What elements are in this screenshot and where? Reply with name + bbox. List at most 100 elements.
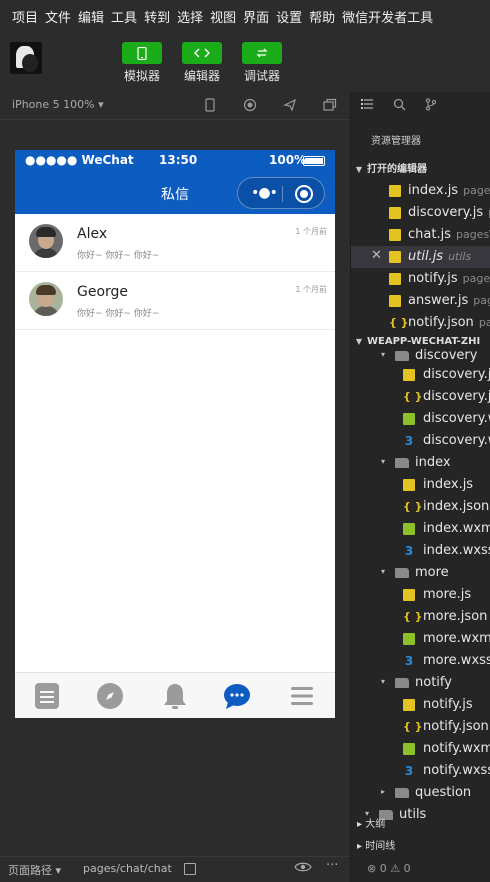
- editor-label: 编辑器: [183, 69, 220, 83]
- close-icon[interactable]: ✕: [371, 248, 382, 263]
- tab-home[interactable]: [32, 681, 64, 711]
- chevron-down-icon: ▾: [381, 677, 386, 686]
- tab-discovery[interactable]: [95, 681, 127, 711]
- open-editor-item[interactable]: ✕ util.js utils: [351, 246, 490, 268]
- close-mini-program-icon[interactable]: [295, 185, 313, 203]
- debugger-label: 调试器: [243, 69, 280, 83]
- chevron-right-icon: ▸: [357, 841, 366, 852]
- debug-icon: [242, 42, 282, 64]
- tab-more[interactable]: [287, 681, 319, 711]
- file-item[interactable]: index.wxml: [351, 518, 490, 540]
- phone-icon: [122, 42, 162, 64]
- bell-icon: [164, 684, 186, 709]
- eye-icon[interactable]: [294, 861, 312, 877]
- folder-item[interactable]: ▸ question: [351, 782, 490, 804]
- outline-section[interactable]: ▸ 大纲: [351, 814, 490, 836]
- open-editor-item[interactable]: discovery.jsp: [351, 202, 490, 224]
- chat-list: Alex 你好~ 你好~ 你好~ 1 个月前 George 你好~ 你好~ 你好…: [15, 214, 335, 330]
- timeline-section[interactable]: ▸ 时间线: [351, 836, 490, 858]
- menu-item-view[interactable]: 视图: [210, 7, 236, 26]
- js-file-icon: [389, 295, 401, 307]
- open-editors-section[interactable]: ▼ 打开的编辑器: [351, 160, 490, 180]
- json-file-icon: { }: [403, 390, 423, 403]
- open-editor-item[interactable]: answer.jspag: [351, 290, 490, 312]
- wxss-file-icon: 3: [404, 764, 414, 778]
- file-item[interactable]: { }discovery.js: [351, 386, 490, 408]
- record-icon[interactable]: [242, 98, 258, 114]
- devtools-window: 项目 文件 编辑 工具 转到 选择 视图 界面 设置 帮助 微信开发者工具 模拟…: [0, 0, 490, 882]
- file-item[interactable]: { } more.json: [351, 606, 490, 628]
- explorer-panel: 资源管理器 ▼打开的编辑器 index.jspagesdiscovery.jsp…: [350, 92, 490, 882]
- tab-notify[interactable]: [160, 681, 192, 711]
- carrier-label: ●●●●● WeChat: [25, 153, 134, 167]
- menu-item-goto[interactable]: 转到: [144, 7, 170, 26]
- page-path: pages/chat/chat: [83, 862, 172, 875]
- menu-item-selection[interactable]: 选择: [177, 7, 203, 26]
- bottom-status-bar: 页面路径 ▾ pages/chat/chat ···: [0, 856, 350, 882]
- file-item[interactable]: 3 more.wxss: [351, 650, 490, 672]
- chevron-down-icon: ▼: [355, 165, 363, 174]
- menu-item-settings[interactable]: 设置: [276, 7, 302, 26]
- file-item[interactable]: discovery.w: [351, 408, 490, 430]
- folder-item[interactable]: ▾ index: [351, 452, 490, 474]
- page-path-dropdown[interactable]: 页面路径 ▾: [8, 862, 61, 878]
- activity-bar: [351, 92, 490, 120]
- wxss-file-icon: 3: [404, 434, 414, 448]
- file-item[interactable]: 3 index.wxss: [351, 540, 490, 562]
- explorer-footer: ▸ 大纲 ▸ 时间线 ⊗ 0 ⚠ 0: [351, 814, 490, 880]
- tab-chat[interactable]: [222, 681, 254, 711]
- menu-item-file[interactable]: 文件: [45, 7, 71, 26]
- files-icon[interactable]: [359, 98, 375, 114]
- problems-status[interactable]: ⊗ 0 ⚠ 0: [351, 858, 490, 880]
- folder-icon: [395, 568, 409, 578]
- simulator-toggle[interactable]: 模拟器: [122, 42, 162, 84]
- file-item[interactable]: notify.js: [351, 694, 490, 716]
- detach-window-icon[interactable]: [322, 98, 338, 114]
- chat-preview: 你好~ 你好~ 你好~: [77, 251, 160, 261]
- more-icon[interactable]: ···: [326, 858, 338, 873]
- source-control-icon[interactable]: [423, 98, 439, 114]
- menu-item-wechat-devtools[interactable]: 微信开发者工具: [342, 7, 433, 26]
- menu-item-project[interactable]: 项目: [12, 7, 38, 26]
- chat-row[interactable]: Alex 你好~ 你好~ 你好~ 1 个月前: [15, 214, 335, 272]
- open-editor-item[interactable]: chat.js pages\: [351, 224, 490, 246]
- debugger-toggle[interactable]: 调试器: [242, 42, 282, 84]
- file-item[interactable]: 3discovery.w: [351, 430, 490, 452]
- copy-icon[interactable]: [184, 863, 196, 875]
- device-select[interactable]: iPhone 5 100% ▾: [12, 98, 104, 111]
- folder-item[interactable]: ▾ notify: [351, 672, 490, 694]
- js-file-icon: [403, 699, 415, 711]
- battery-percent: 100%: [269, 153, 307, 167]
- search-icon[interactable]: [391, 98, 407, 114]
- open-editor-item[interactable]: index.jspages: [351, 180, 490, 202]
- file-item[interactable]: { } index.json: [351, 496, 490, 518]
- open-editor-item[interactable]: notify.js page: [351, 268, 490, 290]
- send-icon[interactable]: [282, 98, 298, 114]
- menu-item-help[interactable]: 帮助: [309, 7, 335, 26]
- js-file-icon: [389, 273, 401, 285]
- file-item[interactable]: { } notify.json: [351, 716, 490, 738]
- json-file-icon: { }: [403, 500, 423, 513]
- file-item[interactable]: more.wxml: [351, 628, 490, 650]
- json-file-icon: { }: [389, 316, 409, 329]
- chat-row[interactable]: George 你好~ 你好~ 你好~ 1 个月前: [15, 272, 335, 330]
- file-item[interactable]: notify.wxml: [351, 738, 490, 760]
- file-item[interactable]: 3 notify.wxss: [351, 760, 490, 782]
- clock-label: 13:50: [159, 153, 198, 167]
- menu-item-interface[interactable]: 界面: [243, 7, 269, 26]
- file-item[interactable]: more.js: [351, 584, 490, 606]
- file-item[interactable]: discovery.js: [351, 364, 490, 386]
- menu-item-tools[interactable]: 工具: [111, 7, 137, 26]
- menu-icon: [291, 687, 313, 705]
- folder-item[interactable]: ▾ more: [351, 562, 490, 584]
- more-dots-icon[interactable]: •●•: [250, 184, 278, 202]
- file-item[interactable]: index.js: [351, 474, 490, 496]
- menu-item-edit[interactable]: 编辑: [78, 7, 104, 26]
- open-editor-item[interactable]: { }notify.jsonpa: [351, 312, 490, 334]
- editor-toggle[interactable]: 编辑器: [182, 42, 222, 84]
- js-file-icon: [389, 207, 401, 219]
- chat-preview: 你好~ 你好~ 你好~: [77, 309, 160, 319]
- simulator-label: 模拟器: [123, 69, 160, 83]
- portrait-icon[interactable]: [202, 98, 218, 114]
- project-avatar[interactable]: [10, 42, 42, 74]
